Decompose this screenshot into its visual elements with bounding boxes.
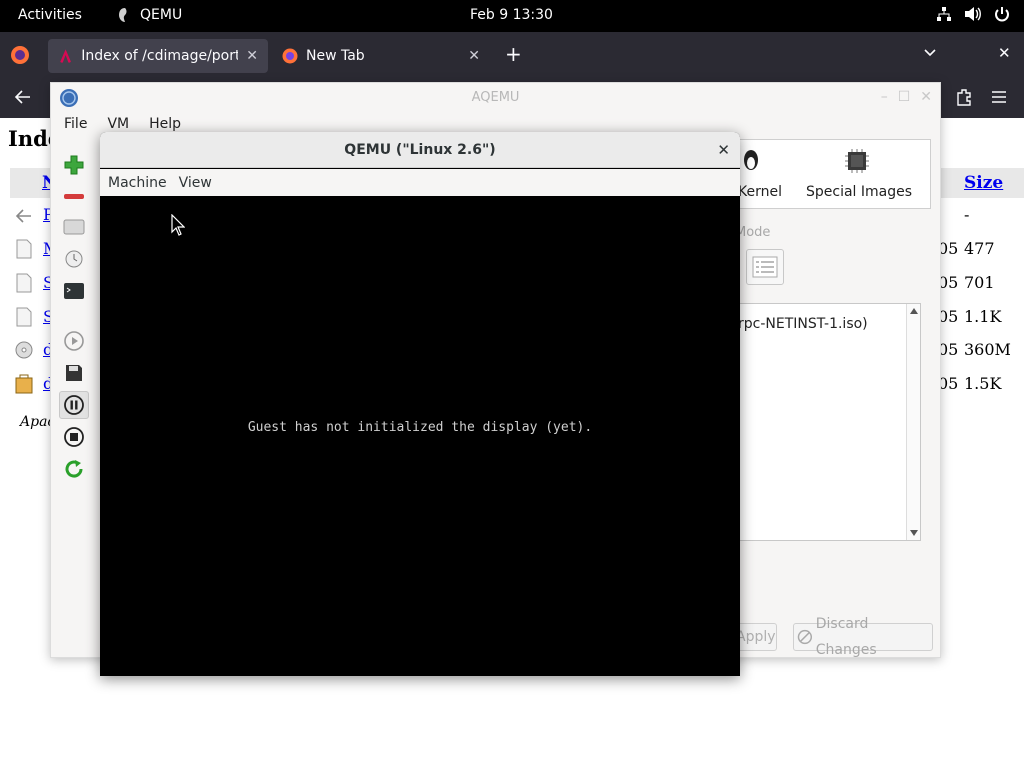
clock-icon[interactable] bbox=[59, 245, 89, 273]
display-message: Guest has not initialized the display (y… bbox=[247, 420, 593, 435]
maximize-icon[interactable]: ☐ bbox=[898, 89, 911, 105]
row-date: 05 bbox=[938, 307, 959, 326]
tux-icon bbox=[742, 148, 760, 176]
guest-display[interactable]: Guest has not initialized the display (y… bbox=[100, 196, 740, 676]
row-size: 1.1K bbox=[964, 307, 1002, 326]
firefox-icon bbox=[282, 48, 298, 64]
scroll-down-icon[interactable] bbox=[910, 530, 918, 536]
apply-label: Apply bbox=[736, 629, 776, 645]
menu-view[interactable]: View bbox=[171, 169, 216, 196]
firefox-view-icon[interactable] bbox=[10, 45, 30, 69]
row-date: 05 bbox=[938, 239, 959, 258]
close-icon[interactable]: ✕ bbox=[468, 48, 480, 64]
extensions-icon[interactable] bbox=[954, 87, 974, 111]
scrollbar[interactable] bbox=[906, 304, 920, 540]
row-size: 477 bbox=[964, 239, 995, 258]
list-view-icon bbox=[752, 256, 778, 278]
window-title: QEMU ("Linux 2.6") bbox=[344, 142, 496, 158]
drive-icon[interactable] bbox=[59, 213, 89, 241]
clock[interactable]: Feb 9 13:30 bbox=[470, 7, 553, 23]
parent-directory-icon bbox=[14, 206, 34, 230]
system-tray[interactable] bbox=[936, 6, 1010, 22]
power-icon bbox=[995, 7, 1009, 22]
discard-label: Discard Changes bbox=[815, 616, 877, 658]
scroll-up-icon[interactable] bbox=[910, 308, 918, 314]
close-icon[interactable]: ✕ bbox=[246, 48, 258, 64]
tab-label: New Tab bbox=[306, 48, 365, 64]
app-menu[interactable]: QEMU bbox=[118, 7, 182, 23]
minimize-icon[interactable]: – bbox=[881, 89, 888, 105]
text-file-icon bbox=[16, 239, 32, 263]
aqemu-logo-icon bbox=[59, 88, 79, 112]
tab-label: Index of /cdimage/ports/ bbox=[81, 48, 239, 64]
new-tab-plus-icon[interactable]: + bbox=[505, 42, 522, 66]
mode-label: Mode bbox=[735, 225, 771, 240]
row-size: 701 bbox=[964, 273, 995, 292]
tab-special-images[interactable]: Special Images bbox=[806, 184, 912, 200]
volume-icon bbox=[965, 7, 981, 21]
hamburger-menu-icon[interactable] bbox=[990, 88, 1008, 110]
tab-kernel[interactable]: Kernel bbox=[738, 184, 782, 200]
package-icon bbox=[15, 374, 33, 398]
discard-changes-button[interactable]: Discard Changes bbox=[793, 616, 933, 658]
qemu-window: QEMU ("Linux 2.6") ✕ Machine View Guest … bbox=[100, 132, 740, 676]
row-size: - bbox=[964, 205, 970, 224]
pause-icon[interactable] bbox=[59, 391, 89, 419]
row-size: 1.5K bbox=[964, 374, 1002, 393]
chip-icon bbox=[844, 148, 870, 178]
add-vm-icon[interactable] bbox=[59, 151, 89, 179]
network-icon bbox=[937, 7, 951, 21]
app-menu-label: QEMU bbox=[140, 7, 183, 23]
tab-new-tab[interactable]: New Tab ✕ bbox=[272, 39, 490, 73]
aqemu-vm-settings-panel: Kernel Special Images Mode rpc-NETINST-1… bbox=[735, 139, 933, 658]
discard-icon bbox=[797, 629, 813, 645]
remove-vm-icon[interactable] bbox=[59, 183, 89, 211]
row-date: 05 bbox=[938, 374, 959, 393]
row-date: 05 bbox=[938, 340, 959, 359]
window-title: AQEMU bbox=[471, 90, 520, 105]
row-date: 05 bbox=[938, 273, 959, 292]
menu-machine[interactable]: Machine bbox=[100, 169, 171, 196]
terminal-icon[interactable] bbox=[59, 277, 89, 305]
apply-button[interactable]: Apply bbox=[735, 623, 777, 651]
reset-icon[interactable] bbox=[59, 455, 89, 483]
text-file-icon bbox=[16, 273, 32, 297]
text-file-icon bbox=[16, 307, 32, 331]
qemu-titlebar[interactable]: QEMU ("Linux 2.6") ✕ bbox=[100, 132, 740, 168]
debian-icon bbox=[59, 49, 72, 63]
firefox-tab-bar: Index of /cdimage/ports/ ✕ New Tab ✕ + ✕ bbox=[0, 32, 1024, 78]
mouse-cursor-icon bbox=[171, 213, 186, 240]
row-size: 360M bbox=[964, 340, 1011, 359]
close-icon[interactable]: ✕ bbox=[920, 89, 932, 105]
back-arrow-icon[interactable] bbox=[12, 86, 34, 112]
tab-index-of[interactable]: Index of /cdimage/ports/ ✕ bbox=[48, 39, 268, 73]
device-tab-strip: Kernel Special Images bbox=[738, 139, 931, 209]
close-icon[interactable]: ✕ bbox=[717, 132, 730, 168]
view-mode-list-button[interactable] bbox=[746, 249, 784, 285]
column-size-link[interactable]: Size bbox=[964, 173, 1003, 193]
play-icon[interactable] bbox=[59, 327, 89, 355]
save-icon[interactable] bbox=[59, 359, 89, 387]
activities-button[interactable]: Activities bbox=[18, 7, 82, 23]
gnome-top-bar: Activities QEMU Feb 9 13:30 bbox=[0, 0, 1024, 32]
aqemu-titlebar[interactable]: AQEMU bbox=[51, 83, 940, 113]
list-item[interactable]: rpc-NETINST-1.iso) bbox=[738, 316, 868, 332]
window-close-icon[interactable]: ✕ bbox=[998, 44, 1011, 62]
stop-icon[interactable] bbox=[59, 423, 89, 451]
qemu-app-icon bbox=[119, 8, 127, 22]
qemu-menubar: Machine View bbox=[100, 169, 740, 196]
list-all-tabs-chevron-icon[interactable] bbox=[922, 44, 938, 64]
menu-file[interactable]: File bbox=[51, 113, 94, 137]
cd-image-icon bbox=[14, 340, 34, 364]
aqemu-vertical-toolbar bbox=[57, 147, 91, 657]
media-list[interactable]: rpc-NETINST-1.iso) bbox=[738, 303, 921, 541]
